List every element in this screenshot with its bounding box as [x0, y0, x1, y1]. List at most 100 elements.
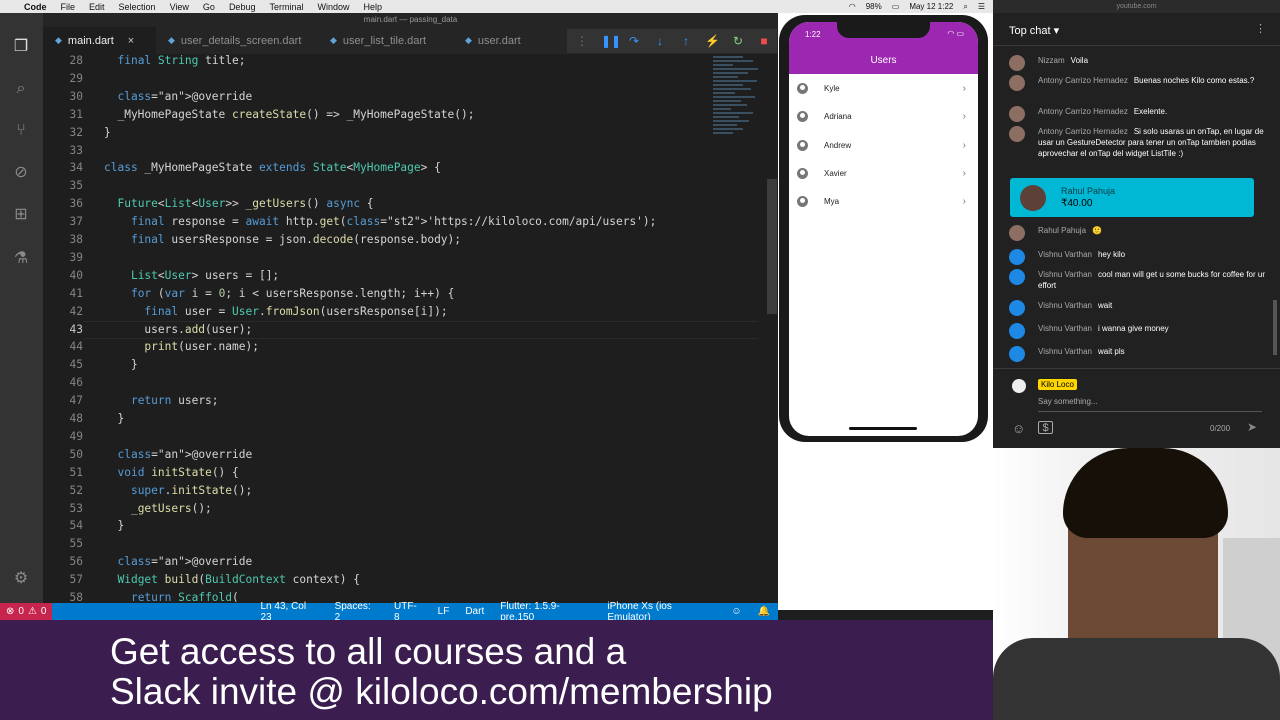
battery-icon[interactable]: ▭: [892, 2, 900, 11]
editor-scrollbar[interactable]: [767, 179, 777, 314]
step-out-icon[interactable]: ↑: [679, 34, 693, 48]
user-list-item[interactable]: Mya ›: [789, 187, 978, 215]
explorer-icon[interactable]: ❐: [11, 37, 31, 57]
line-number: 28: [69, 54, 83, 67]
source-control-icon[interactable]: ⑂: [11, 121, 31, 141]
super-chat-author[interactable]: Rahul Pahuja: [1061, 186, 1115, 196]
code-line[interactable]: class _MyHomePageState extends State<MyH…: [104, 161, 441, 174]
super-chat-money-icon[interactable]: $: [1038, 421, 1053, 434]
code-line[interactable]: for (var i = 0; i < usersResponse.length…: [104, 287, 454, 300]
user-list-item[interactable]: Adriana ›: [789, 102, 978, 130]
user-list-item[interactable]: Xavier ›: [789, 159, 978, 187]
hot-reload-icon[interactable]: ⚡: [705, 34, 720, 48]
step-over-icon[interactable]: ↷: [627, 34, 641, 48]
code-line[interactable]: }: [104, 358, 138, 371]
code-line[interactable]: void initState() {: [104, 466, 238, 479]
menu-edit[interactable]: Edit: [89, 2, 105, 12]
minimap[interactable]: [713, 54, 765, 164]
code-line[interactable]: _MyHomePageState createState() => _MyHom…: [104, 108, 474, 121]
code-line[interactable]: List<User> users = [];: [104, 269, 279, 282]
search-icon[interactable]: ⌕: [11, 79, 31, 99]
notifications-bell-icon[interactable]: 🔔: [750, 606, 778, 617]
more-options-icon[interactable]: ⋮: [1255, 22, 1266, 35]
chat-message: Antony Carrizo Hernadez Exelente.: [1009, 106, 1271, 122]
chat-scrollbar[interactable]: [1273, 300, 1277, 355]
code-line[interactable]: Widget build(BuildContext context) {: [104, 573, 360, 586]
code-line[interactable]: return Scaffold(: [104, 591, 239, 602]
send-icon[interactable]: ➤: [1247, 420, 1257, 434]
code-line[interactable]: print(user.name);: [104, 340, 259, 353]
window-title: main.dart — passing_data: [363, 15, 458, 24]
clock-text[interactable]: May 12 1:22: [909, 2, 953, 11]
tab-user-list-tile[interactable]: ◆ user_list_tile.dart: [318, 27, 438, 54]
code-line[interactable]: }: [104, 412, 124, 425]
message-text: i wanna give money: [1097, 324, 1169, 333]
code-line[interactable]: final usersResponse = json.decode(respon…: [104, 233, 461, 246]
message-author[interactable]: Vishnu Varthan: [1038, 301, 1092, 310]
wifi-icon[interactable]: ◠: [849, 2, 856, 11]
code-line[interactable]: class="an">@override: [104, 90, 252, 103]
code-line[interactable]: Future<List<User>> _getUsers() async {: [104, 197, 373, 210]
home-indicator[interactable]: [849, 427, 917, 430]
tab-user-dart[interactable]: ◆ user.dart: [453, 27, 533, 54]
code-line[interactable]: return users;: [104, 394, 219, 407]
code-editor[interactable]: 28 final String title; 29 30 class="an">@o…: [43, 54, 778, 602]
code-line[interactable]: super.initState();: [104, 484, 252, 497]
close-tab-icon[interactable]: ×: [128, 35, 134, 47]
emoji-icon[interactable]: ☺: [1012, 421, 1025, 436]
code-line[interactable]: class="an">@override: [104, 555, 252, 568]
code-line[interactable]: _getUsers();: [104, 502, 212, 515]
menu-help[interactable]: Help: [364, 2, 383, 12]
menu-window[interactable]: Window: [317, 2, 349, 12]
chat-input[interactable]: Say something...: [1038, 397, 1098, 406]
feedback-smiley-icon[interactable]: ☺: [723, 606, 749, 617]
tab-user-details-screen[interactable]: ◆ user_details_screen.dart: [156, 27, 313, 54]
message-author[interactable]: Nizzam: [1038, 56, 1065, 65]
settings-gear-icon[interactable]: ⚙: [11, 569, 31, 589]
restart-icon[interactable]: ↻: [731, 34, 745, 48]
message-author[interactable]: Antony Carrizo Hernadez: [1038, 127, 1128, 136]
message-author[interactable]: Vishnu Varthan: [1038, 347, 1092, 356]
code-line[interactable]: class="an">@override: [104, 448, 252, 461]
line-ending[interactable]: LF: [430, 606, 458, 617]
code-line[interactable]: }: [104, 519, 124, 532]
message-author[interactable]: Antony Carrizo Hernadez: [1038, 107, 1128, 116]
message-author[interactable]: Vishnu Varthan: [1038, 324, 1092, 333]
chat-mode-dropdown[interactable]: Top chat ▾: [1009, 24, 1059, 37]
warning-icon: ⚠: [27, 606, 37, 617]
code-line[interactable]: final String title;: [104, 54, 245, 67]
step-into-icon[interactable]: ↓: [653, 34, 667, 48]
message-author[interactable]: Vishnu Varthan: [1038, 270, 1092, 279]
code-line[interactable]: final user = User.fromJson(usersResponse…: [104, 305, 447, 318]
menu-terminal[interactable]: Terminal: [269, 2, 303, 12]
code-line[interactable]: users.add(user);: [104, 323, 252, 336]
chevron-right-icon: ›: [962, 82, 966, 94]
debug-icon[interactable]: ⊘: [11, 163, 31, 183]
mac-menubar: Code File Edit Selection View Go Debug T…: [0, 0, 993, 13]
menu-go[interactable]: Go: [203, 2, 215, 12]
user-list-item[interactable]: Andrew ›: [789, 131, 978, 159]
language-mode[interactable]: Dart: [457, 606, 492, 617]
avatar: [1009, 300, 1025, 316]
menu-list-icon[interactable]: ☰: [978, 2, 985, 11]
url-bar[interactable]: youtube.com: [993, 0, 1280, 13]
message-author[interactable]: Vishnu Varthan: [1038, 250, 1092, 259]
problems-indicator[interactable]: ⊗ 0 ⚠ 0: [0, 603, 53, 620]
tab-main-dart[interactable]: ◆ main.dart ×: [43, 27, 156, 54]
extensions-icon[interactable]: ⊞: [11, 205, 31, 225]
message-author[interactable]: Rahul Pahuja: [1038, 226, 1086, 235]
test-flask-icon[interactable]: ⚗: [11, 249, 31, 269]
code-line[interactable]: final response = await http.get(class="s…: [104, 215, 656, 228]
menu-app-name[interactable]: Code: [24, 2, 47, 12]
menu-file[interactable]: File: [61, 2, 76, 12]
menu-debug[interactable]: Debug: [229, 2, 256, 12]
pause-icon[interactable]: ❚❚: [601, 34, 621, 48]
menu-view[interactable]: View: [170, 2, 189, 12]
drag-handle-icon[interactable]: ⋮: [575, 34, 589, 48]
stop-icon[interactable]: ■: [757, 34, 771, 48]
code-line[interactable]: }: [104, 126, 111, 139]
message-author[interactable]: Antony Carrizo Hernadez: [1038, 76, 1128, 85]
user-list-item[interactable]: Kyle ›: [789, 74, 978, 102]
menu-selection[interactable]: Selection: [119, 2, 156, 12]
search-icon[interactable]: ⌕: [963, 2, 967, 12]
